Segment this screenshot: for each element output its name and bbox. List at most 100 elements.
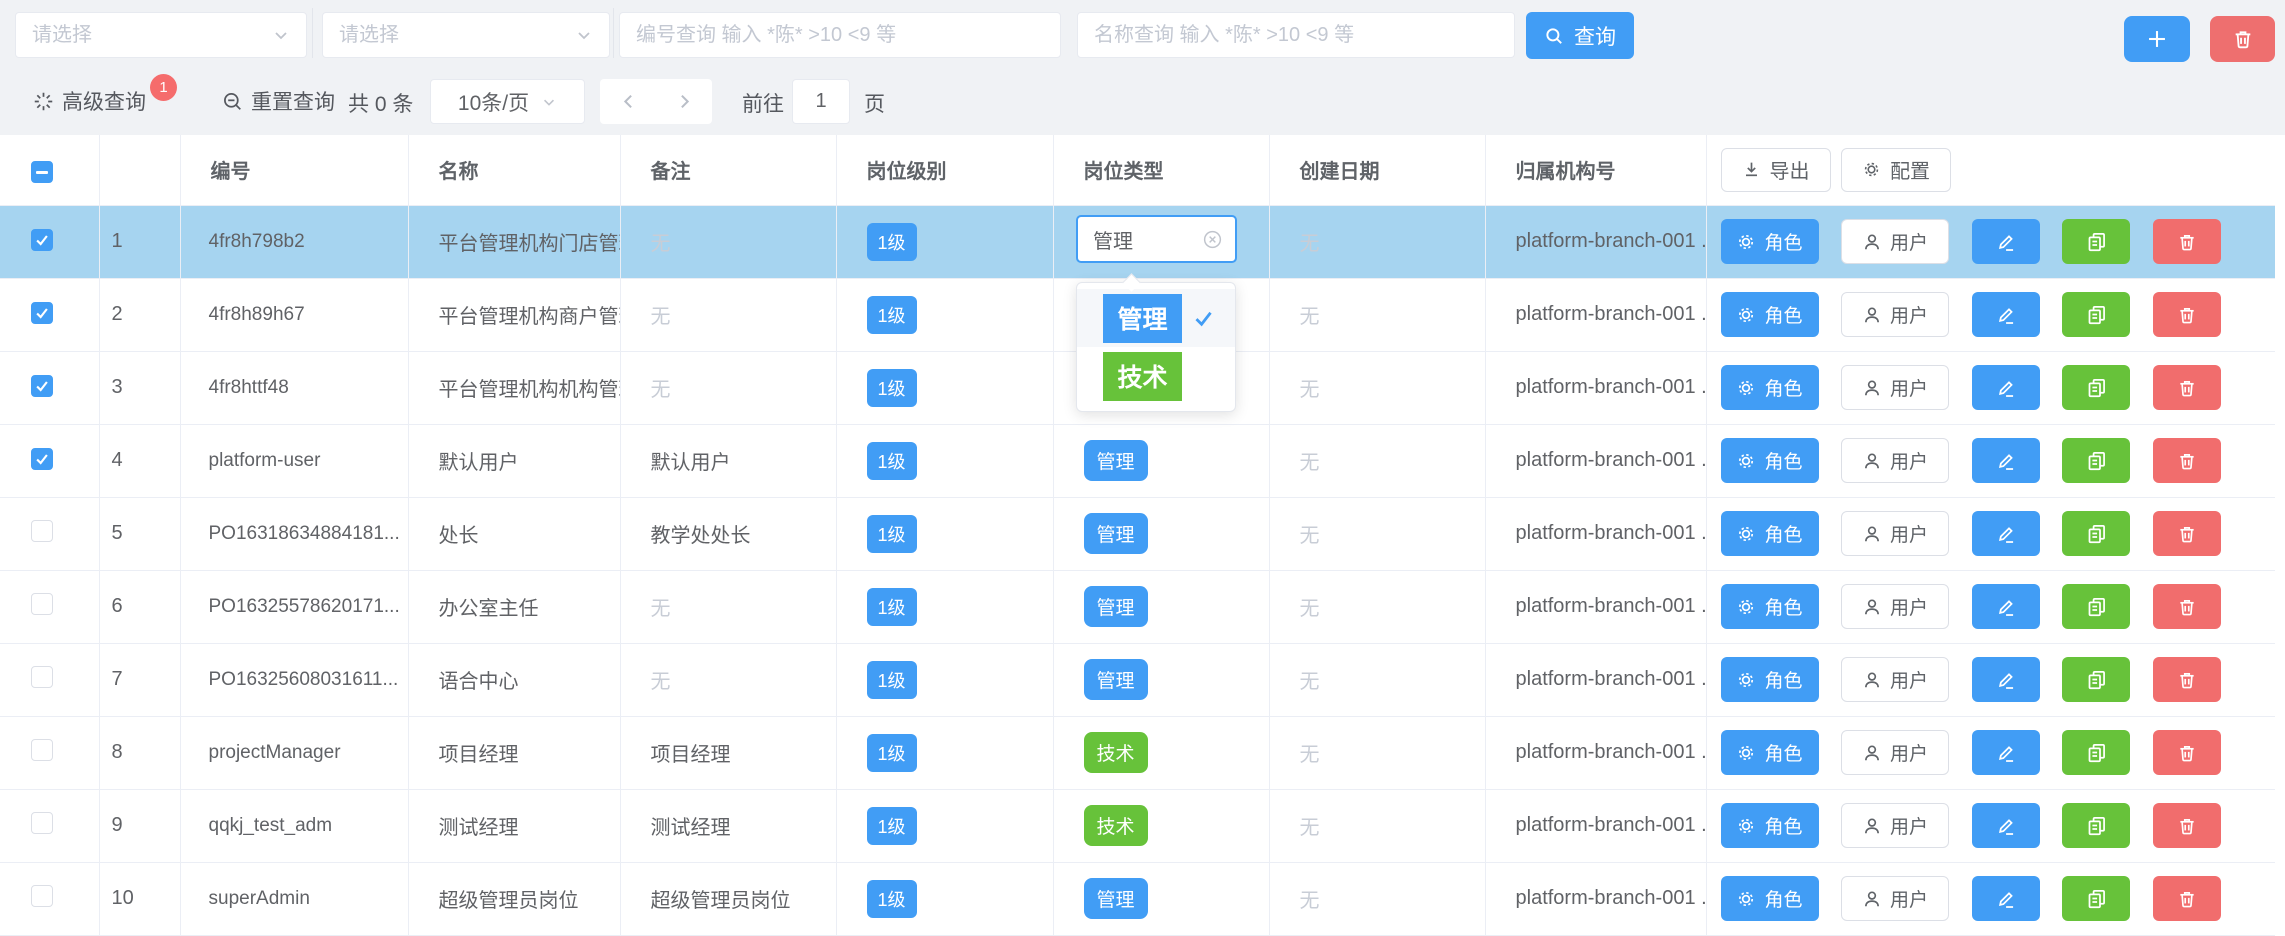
filter-select-2[interactable] xyxy=(322,12,610,58)
role-button[interactable]: 角色 xyxy=(1721,657,1819,702)
reset-query-button[interactable]: 重置查询 xyxy=(222,86,335,116)
edit-button[interactable] xyxy=(1972,219,2040,264)
role-button[interactable]: 角色 xyxy=(1721,876,1819,921)
role-button[interactable]: 角色 xyxy=(1721,511,1819,556)
row-checkbox[interactable] xyxy=(31,885,53,907)
select-all-checkbox[interactable] xyxy=(31,161,53,183)
code-search-input[interactable] xyxy=(636,24,1044,47)
code-search-field[interactable] xyxy=(619,12,1061,58)
edit-button[interactable] xyxy=(1972,803,2040,848)
clear-icon[interactable] xyxy=(1202,229,1223,250)
copy-button[interactable] xyxy=(2062,438,2130,483)
user-button[interactable]: 用户 xyxy=(1841,292,1949,337)
goto-page-input[interactable] xyxy=(793,90,849,113)
row-index: 8 xyxy=(99,716,180,789)
user-button[interactable]: 用户 xyxy=(1841,657,1949,702)
prev-page-button[interactable] xyxy=(619,92,638,111)
copy-button[interactable] xyxy=(2062,803,2130,848)
delete-button[interactable] xyxy=(2153,803,2221,848)
page-size-select[interactable]: 10条/页 xyxy=(430,79,585,124)
copy-button[interactable] xyxy=(2062,365,2130,410)
row-checkbox[interactable] xyxy=(31,229,53,251)
filter-bar: 查询 高级查询 1 重置查询 共 0 条 10条/页 xyxy=(0,0,2285,135)
user-button[interactable]: 用户 xyxy=(1841,730,1949,775)
copy-button[interactable] xyxy=(2062,511,2130,556)
edit-button[interactable] xyxy=(1972,730,2040,775)
user-button[interactable]: 用户 xyxy=(1841,219,1949,264)
user-button[interactable]: 用户 xyxy=(1841,876,1949,921)
row-checkbox[interactable] xyxy=(31,593,53,615)
user-button[interactable]: 用户 xyxy=(1841,511,1949,556)
delete-button[interactable] xyxy=(2153,730,2221,775)
delete-button[interactable] xyxy=(2153,876,2221,921)
type-editor-select[interactable]: 管理 xyxy=(1076,215,1237,263)
gear-icon xyxy=(1736,451,1756,471)
filter-select-1[interactable] xyxy=(15,12,307,58)
role-button[interactable]: 角色 xyxy=(1721,292,1819,337)
copy-button[interactable] xyxy=(2062,657,2130,702)
delete-button[interactable] xyxy=(2153,657,2221,702)
delete-button[interactable] xyxy=(2153,438,2221,483)
role-button[interactable]: 角色 xyxy=(1721,803,1819,848)
row-checkbox[interactable] xyxy=(31,520,53,542)
row-checkbox[interactable] xyxy=(31,302,53,324)
copy-button[interactable] xyxy=(2062,876,2130,921)
delete-button[interactable] xyxy=(2153,584,2221,629)
next-page-button[interactable] xyxy=(675,92,694,111)
copy-icon xyxy=(2086,742,2107,763)
role-button[interactable]: 角色 xyxy=(1721,219,1819,264)
name-search-input[interactable] xyxy=(1094,24,1498,47)
dropdown-option[interactable]: 技术 xyxy=(1077,347,1235,405)
copy-button[interactable] xyxy=(2062,219,2130,264)
cell-org: platform-branch-001 ... xyxy=(1485,351,1706,424)
delete-button[interactable] xyxy=(2153,292,2221,337)
role-button[interactable]: 角色 xyxy=(1721,438,1819,483)
delete-button[interactable] xyxy=(2153,511,2221,556)
role-button[interactable]: 角色 xyxy=(1721,365,1819,410)
role-button[interactable]: 角色 xyxy=(1721,730,1819,775)
user-button[interactable]: 用户 xyxy=(1841,438,1949,483)
user-button[interactable]: 用户 xyxy=(1841,803,1949,848)
dropdown-option[interactable]: 管理 xyxy=(1077,289,1235,347)
edit-button[interactable] xyxy=(1972,876,2040,921)
cell-type[interactable]: 技术 xyxy=(1053,789,1269,862)
name-search-field[interactable] xyxy=(1077,12,1515,58)
cell-type[interactable]: 管理 xyxy=(1053,570,1269,643)
row-checkbox[interactable] xyxy=(31,666,53,688)
row-checkbox[interactable] xyxy=(31,448,53,470)
delete-button[interactable] xyxy=(2153,219,2221,264)
row-checkbox[interactable] xyxy=(31,739,53,761)
export-button[interactable]: 导出 xyxy=(1721,148,1831,192)
row-checkbox[interactable] xyxy=(31,812,53,834)
advanced-query-button[interactable]: 高级查询 xyxy=(33,86,146,116)
edit-button[interactable] xyxy=(1972,657,2040,702)
cell-type[interactable]: 管理 xyxy=(1053,424,1269,497)
config-button[interactable]: 配置 xyxy=(1841,148,1951,192)
user-button[interactable]: 用户 xyxy=(1841,365,1949,410)
edit-button[interactable] xyxy=(1972,438,2040,483)
cell-type[interactable]: 技术 xyxy=(1053,716,1269,789)
copy-button[interactable] xyxy=(2062,292,2130,337)
edit-button[interactable] xyxy=(1972,365,2040,410)
edit-button[interactable] xyxy=(1972,584,2040,629)
cell-type[interactable]: 管理 xyxy=(1053,497,1269,570)
row-checkbox[interactable] xyxy=(31,375,53,397)
edit-button[interactable] xyxy=(1972,511,2040,556)
cell-type[interactable]: 管理 xyxy=(1053,862,1269,935)
filter-select-2-input[interactable] xyxy=(339,24,575,47)
bulk-delete-button[interactable] xyxy=(2210,16,2275,62)
page-size-value: 10条/页 xyxy=(458,87,529,117)
copy-button[interactable] xyxy=(2062,730,2130,775)
search-button[interactable]: 查询 xyxy=(1526,12,1634,59)
role-button[interactable]: 角色 xyxy=(1721,584,1819,629)
divider xyxy=(312,8,313,58)
cell-type[interactable]: 管理 xyxy=(1053,643,1269,716)
edit-button[interactable] xyxy=(1972,292,2040,337)
filter-select-1-input[interactable] xyxy=(32,24,272,47)
copy-button[interactable] xyxy=(2062,584,2130,629)
add-button[interactable] xyxy=(2124,16,2190,62)
table-row: 4 platform-user 默认用户 默认用户 1级 管理 无 platfo… xyxy=(0,424,2275,497)
delete-button[interactable] xyxy=(2153,365,2221,410)
user-button[interactable]: 用户 xyxy=(1841,584,1949,629)
goto-page-field[interactable] xyxy=(792,79,850,124)
